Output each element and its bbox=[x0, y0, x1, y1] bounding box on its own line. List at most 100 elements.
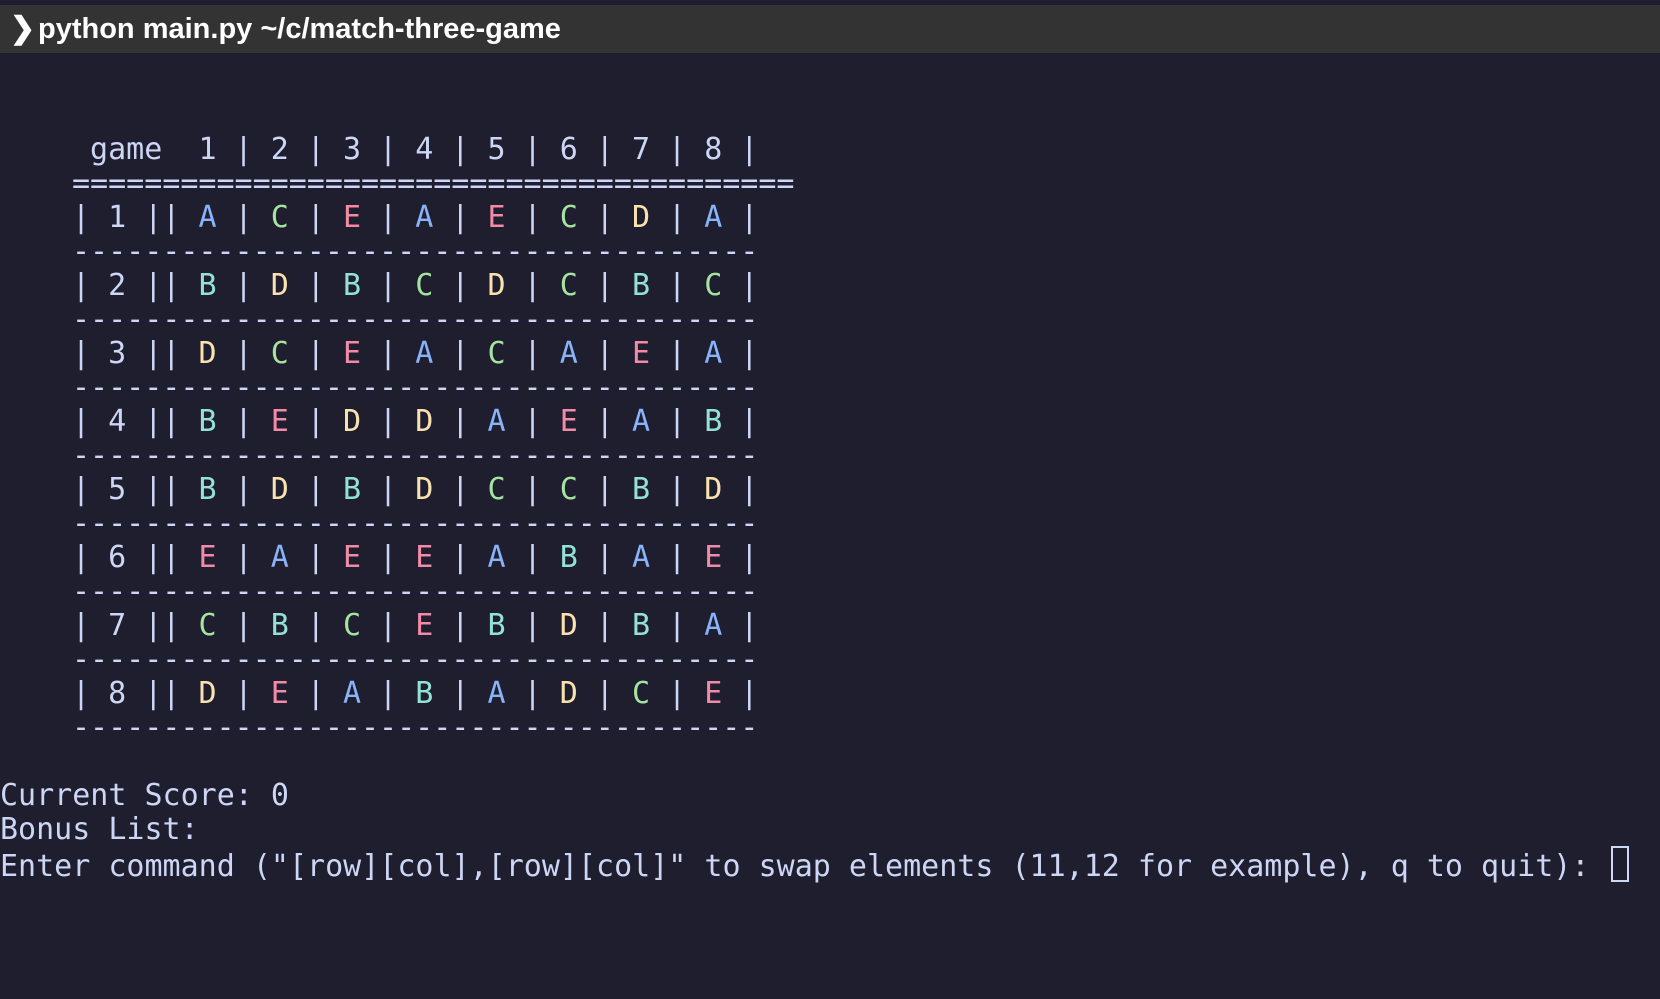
board-cell[interactable]: A bbox=[487, 540, 505, 575]
cell-separator: | bbox=[361, 676, 416, 711]
row-divider-rule: -------------------------------------- bbox=[72, 710, 759, 745]
board-cell[interactable]: B bbox=[487, 608, 505, 643]
cell-separator: | bbox=[505, 472, 560, 507]
board-cell[interactable]: B bbox=[343, 268, 361, 303]
row-border: || bbox=[126, 608, 199, 643]
board-cell[interactable]: D bbox=[487, 268, 505, 303]
board-cell[interactable]: B bbox=[343, 472, 361, 507]
board-cell[interactable]: B bbox=[271, 608, 289, 643]
board-cell[interactable]: C bbox=[632, 676, 650, 711]
cell-separator: | bbox=[650, 268, 705, 303]
board-cell[interactable]: A bbox=[487, 404, 505, 439]
board-cell[interactable]: E bbox=[198, 540, 216, 575]
row-divider-rule: -------------------------------------- bbox=[72, 574, 759, 609]
cell-separator: | bbox=[288, 608, 343, 643]
board-cell[interactable]: D bbox=[343, 404, 361, 439]
column-number: 1 bbox=[198, 132, 217, 167]
board-cell[interactable]: C bbox=[560, 268, 578, 303]
column-separator: | bbox=[288, 132, 343, 167]
cell-separator: | bbox=[577, 404, 632, 439]
board-cell[interactable]: E bbox=[343, 336, 361, 371]
cell-separator: | bbox=[288, 404, 343, 439]
column-separator: | bbox=[650, 132, 705, 167]
board-cell[interactable]: D bbox=[271, 268, 289, 303]
cell-separator: | bbox=[650, 540, 705, 575]
board-cell[interactable]: B bbox=[415, 676, 433, 711]
board-cell[interactable]: B bbox=[198, 268, 216, 303]
cell-separator: | bbox=[433, 540, 488, 575]
board-cell[interactable]: D bbox=[198, 336, 216, 371]
board-cell[interactable]: E bbox=[343, 200, 361, 235]
row-border: | bbox=[72, 608, 109, 643]
board-cell[interactable]: B bbox=[198, 404, 216, 439]
board-cell[interactable]: E bbox=[415, 540, 433, 575]
board-cell[interactable]: E bbox=[560, 404, 578, 439]
board-cell[interactable]: A bbox=[560, 336, 578, 371]
board-cell[interactable]: A bbox=[632, 404, 650, 439]
command-prompt[interactable]: Enter command ("[row][col],[row][col]" t… bbox=[0, 846, 1630, 884]
cell-separator: | bbox=[361, 268, 416, 303]
board-row: | 6 || E | A | E | E | A | B | A | E | bbox=[0, 540, 758, 576]
board-cell[interactable]: D bbox=[560, 676, 578, 711]
board-cell[interactable]: A bbox=[632, 540, 650, 575]
row-border: || bbox=[126, 404, 199, 439]
board-cell[interactable]: A bbox=[487, 676, 505, 711]
board-cell[interactable]: C bbox=[415, 268, 433, 303]
cell-separator: | bbox=[216, 336, 271, 371]
board-cell[interactable]: A bbox=[198, 200, 216, 235]
current-score: Current Score: 0 bbox=[0, 778, 289, 813]
board-cell[interactable]: A bbox=[704, 200, 722, 235]
cell-separator: | bbox=[361, 404, 416, 439]
board-cell[interactable]: E bbox=[343, 540, 361, 575]
board-cell[interactable]: B bbox=[632, 608, 650, 643]
board-cell[interactable]: A bbox=[415, 200, 433, 235]
board-cell[interactable]: A bbox=[415, 336, 433, 371]
board-cell[interactable]: C bbox=[704, 268, 722, 303]
cell-separator: | bbox=[361, 336, 416, 371]
board-cell[interactable]: C bbox=[487, 336, 505, 371]
board-row: | 3 || D | C | E | A | C | A | E | A | bbox=[0, 336, 758, 372]
board-cell[interactable]: E bbox=[415, 608, 433, 643]
board-cell[interactable]: C bbox=[487, 472, 505, 507]
board-cell[interactable]: C bbox=[271, 336, 289, 371]
board-cell[interactable]: E bbox=[632, 336, 650, 371]
board-cell[interactable]: B bbox=[704, 404, 722, 439]
board-cell[interactable]: C bbox=[560, 472, 578, 507]
board-cell[interactable]: D bbox=[704, 472, 722, 507]
board-cell[interactable]: A bbox=[704, 608, 722, 643]
board-cell[interactable]: C bbox=[198, 608, 216, 643]
board-cell[interactable]: B bbox=[198, 472, 216, 507]
row-divider-rule: -------------------------------------- bbox=[72, 438, 759, 473]
row-divider-rule: -------------------------------------- bbox=[72, 642, 759, 677]
board-cell[interactable]: D bbox=[198, 676, 216, 711]
terminal-output[interactable]: game 1 | 2 | 3 | 4 | 5 | 6 | 7 | 8 | ===… bbox=[0, 0, 1660, 999]
board-cell[interactable]: E bbox=[704, 676, 722, 711]
board-cell[interactable]: E bbox=[487, 200, 505, 235]
column-separator: | bbox=[577, 132, 632, 167]
board-cell[interactable]: A bbox=[343, 676, 361, 711]
board-cell[interactable]: C bbox=[271, 200, 289, 235]
board-cell[interactable]: E bbox=[704, 540, 722, 575]
prompt-text: Enter command ("[row][col],[row][col]" t… bbox=[0, 849, 1608, 884]
board-cell[interactable]: D bbox=[415, 472, 433, 507]
board-cell[interactable]: D bbox=[560, 608, 578, 643]
cell-separator: | bbox=[288, 336, 343, 371]
board-cell[interactable]: B bbox=[560, 540, 578, 575]
board-cell[interactable]: B bbox=[632, 472, 650, 507]
board-cell[interactable]: B bbox=[632, 268, 650, 303]
column-number: 3 bbox=[342, 132, 361, 167]
board-cell[interactable]: D bbox=[632, 200, 650, 235]
board-cell[interactable]: A bbox=[704, 336, 722, 371]
board-cell[interactable]: C bbox=[343, 608, 361, 643]
board-cell[interactable]: E bbox=[271, 676, 289, 711]
board-cell[interactable]: A bbox=[271, 540, 289, 575]
cell-separator: | bbox=[505, 608, 560, 643]
board-cell[interactable]: D bbox=[415, 404, 433, 439]
row-border: || bbox=[126, 268, 199, 303]
text-cursor[interactable] bbox=[1611, 846, 1630, 882]
board-cell[interactable]: D bbox=[271, 472, 289, 507]
cell-separator: | bbox=[505, 540, 560, 575]
board-cell[interactable]: C bbox=[560, 200, 578, 235]
board-cell[interactable]: E bbox=[271, 404, 289, 439]
board-header-label: game bbox=[72, 132, 199, 167]
